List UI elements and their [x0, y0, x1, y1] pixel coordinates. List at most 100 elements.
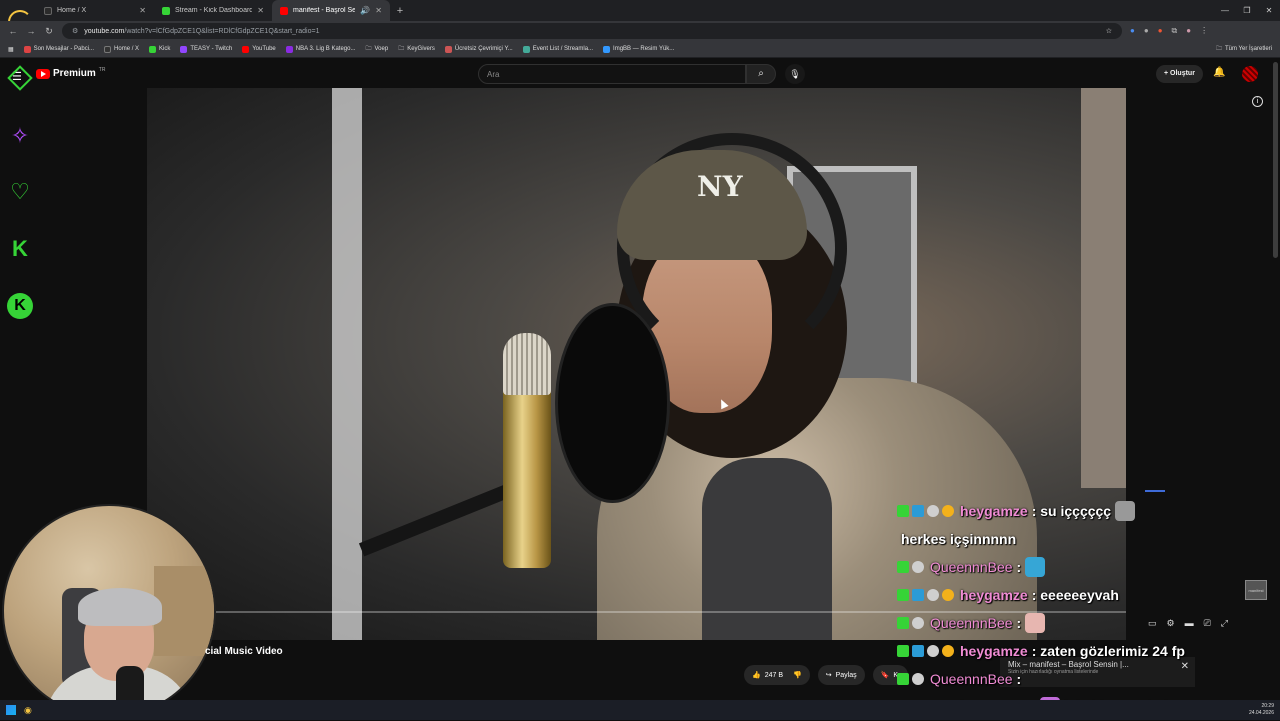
- share-button[interactable]: ↪ Paylaş: [817, 665, 865, 685]
- chat-text: :: [1016, 559, 1022, 575]
- minimize-icon[interactable]: —: [1214, 0, 1236, 21]
- webcam-person: [78, 588, 162, 626]
- bookmark-icon: 🔖: [880, 672, 890, 679]
- notifications-bell-icon[interactable]: 🔔: [1213, 67, 1225, 78]
- chat-username: QueennnBee: [930, 615, 1013, 631]
- streamer-webcam: [2, 504, 216, 718]
- back-icon[interactable]: ←: [8, 26, 18, 36]
- bookmark-item[interactable]: 🗀 KeyGivers: [398, 44, 435, 54]
- thumbs-up-icon: 👍: [752, 672, 761, 679]
- bookmark-favicon-icon: [104, 45, 112, 53]
- video-pop-filter: [555, 303, 670, 503]
- bookmark-item[interactable]: Ücretsiz Çevrimiçi Y...: [444, 45, 513, 53]
- profile-avatar-icon[interactable]: ●: [1186, 26, 1191, 36]
- bookmark-item[interactable]: Kick: [149, 45, 170, 53]
- page-scrollbar[interactable]: [1273, 62, 1278, 258]
- bookmark-item[interactable]: Event List / Streamla...: [522, 45, 594, 53]
- kick-logo-icon: K: [12, 236, 28, 261]
- close-tab-icon[interactable]: ✕: [375, 6, 382, 15]
- kick-badge-icon: [897, 645, 909, 657]
- speaker-icon[interactable]: 🔊: [360, 6, 370, 15]
- bookmark-favicon-icon: [522, 45, 530, 53]
- bookmark-item[interactable]: Home / X: [104, 45, 139, 53]
- reload-icon[interactable]: ↻: [44, 26, 54, 37]
- tab-kick-dashboard[interactable]: Stream - Kick Dashboard ✕: [154, 0, 272, 21]
- close-window-icon[interactable]: ✕: [1258, 0, 1280, 21]
- bookmark-item[interactable]: Son Mesajlar - Pabci...: [23, 45, 94, 53]
- extension-icon[interactable]: ●: [1144, 26, 1149, 36]
- bookmark-item[interactable]: ImgBB — Resim Yük...: [603, 45, 675, 53]
- extension-icon[interactable]: ●: [1158, 26, 1163, 36]
- bookmark-favicon-icon: [149, 45, 157, 53]
- extensions-puzzle-icon[interactable]: ⧉: [1172, 26, 1178, 36]
- system-clock[interactable]: 20:29 24.04.2026: [1249, 703, 1274, 717]
- bookmark-item[interactable]: 🗀 Voep: [365, 44, 388, 54]
- miniplayer-thumbnail[interactable]: manifest: [1245, 580, 1267, 600]
- glasses-badge-icon: [912, 617, 924, 629]
- extension-icon[interactable]: ●: [1130, 26, 1135, 36]
- url-field[interactable]: ⚙ youtube.com/watch?v=lCfGdpZCE1Q&list=R…: [62, 23, 1122, 39]
- coin-badge-icon: [942, 589, 954, 601]
- info-icon[interactable]: i: [1252, 96, 1263, 107]
- windows-start-icon[interactable]: [6, 705, 16, 715]
- close-tab-icon[interactable]: ✕: [257, 6, 264, 15]
- thumbs-down-icon[interactable]: 👎: [793, 671, 802, 679]
- cap-logo: NY: [697, 170, 743, 203]
- bookmark-label: ImgBB — Resim Yük...: [613, 46, 675, 52]
- all-bookmarks[interactable]: 🗀 Tüm Yer İşaretleri: [1216, 44, 1272, 54]
- avatar[interactable]: [1242, 66, 1258, 82]
- more-menu-icon[interactable]: ⋮: [1200, 26, 1208, 36]
- chat-text: herkes içşinnnnn: [901, 531, 1017, 547]
- forward-icon[interactable]: →: [26, 26, 36, 36]
- search-button[interactable]: ⌕: [746, 64, 776, 84]
- glasses-badge-icon: [927, 645, 939, 657]
- apps-grid-icon[interactable]: ▦: [8, 46, 14, 53]
- address-bar-row: ← → ↻ ⚙ youtube.com/watch?v=lCfGdpZCE1Q&…: [0, 21, 1280, 41]
- bookmark-item[interactable]: TEASY - Twitch: [180, 45, 232, 53]
- fullscreen-icon[interactable]: ⤢: [1221, 618, 1228, 629]
- site-info-icon[interactable]: ⚙: [72, 27, 78, 35]
- bookmarks-bar: ▦ Son Mesajlar - Pabci... Home / X Kick …: [0, 41, 1280, 58]
- tab-title: manifest - Başrol Sensin | O: [293, 7, 356, 14]
- like-button[interactable]: 👍 247 B 👎: [744, 665, 810, 685]
- emote-icon: [1115, 501, 1136, 521]
- new-tab-button[interactable]: +: [390, 5, 410, 17]
- close-tab-icon[interactable]: ✕: [139, 6, 146, 15]
- search-input[interactable]: Ara: [478, 64, 746, 84]
- folder-icon: 🗀: [1215, 46, 1222, 52]
- kick-badge-icon: [897, 589, 909, 601]
- subscriber-badge-icon: [912, 645, 924, 657]
- bookmark-label: KeyGivers: [407, 46, 435, 52]
- bookmark-item[interactable]: YouTube: [242, 45, 276, 53]
- bookmark-favicon-icon: [23, 45, 31, 53]
- chrome-icon[interactable]: ◉: [24, 705, 32, 716]
- bookmark-label: Event List / Streamla...: [532, 46, 594, 52]
- chat-message: QueennnBee :: [897, 553, 1197, 581]
- bookmark-item[interactable]: NBA 3. Lig B Katego...: [285, 45, 355, 53]
- bookmark-label: Tüm Yer İşaretleri: [1224, 46, 1272, 52]
- bookmark-favicon-icon: [285, 45, 293, 53]
- subscriber-badge-icon: [912, 505, 924, 517]
- tab-youtube-manifest[interactable]: manifest - Başrol Sensin | O 🔊 ✕: [272, 0, 390, 21]
- chat-message: heygamze : eeeeeeyvah: [897, 581, 1197, 609]
- cast-icon[interactable]: ⎚: [1204, 618, 1211, 629]
- chat-username: heygamze: [960, 643, 1028, 659]
- youtube-logo[interactable]: Premium TR: [36, 67, 105, 79]
- voice-search-button[interactable]: 🎙: [785, 64, 805, 84]
- tab-home-x[interactable]: Home / X ✕: [36, 0, 154, 21]
- create-button[interactable]: + Oluştur: [1156, 65, 1203, 83]
- star-icon[interactable]: ☆: [1106, 27, 1112, 35]
- glasses-badge-icon: [927, 505, 939, 517]
- emote-icon: [1025, 557, 1046, 577]
- mic-icon: 🎙: [789, 69, 801, 79]
- chat-text: : eeeeeeyvah: [1031, 587, 1119, 603]
- kick-circle-icon: K: [6, 292, 34, 320]
- bookmark-favicon-icon: [603, 45, 611, 53]
- bookmark-label: Ücretsiz Çevrimiçi Y...: [454, 46, 513, 52]
- chat-text: :: [1016, 671, 1022, 687]
- webcam-scene: [154, 566, 214, 656]
- chat-text: : zaten gözlerimiz 24 fp: [1031, 643, 1185, 659]
- heart-icon: ♡: [10, 179, 30, 204]
- chat-message: QueennnBee :: [897, 665, 1197, 693]
- restore-icon[interactable]: ❐: [1236, 0, 1258, 21]
